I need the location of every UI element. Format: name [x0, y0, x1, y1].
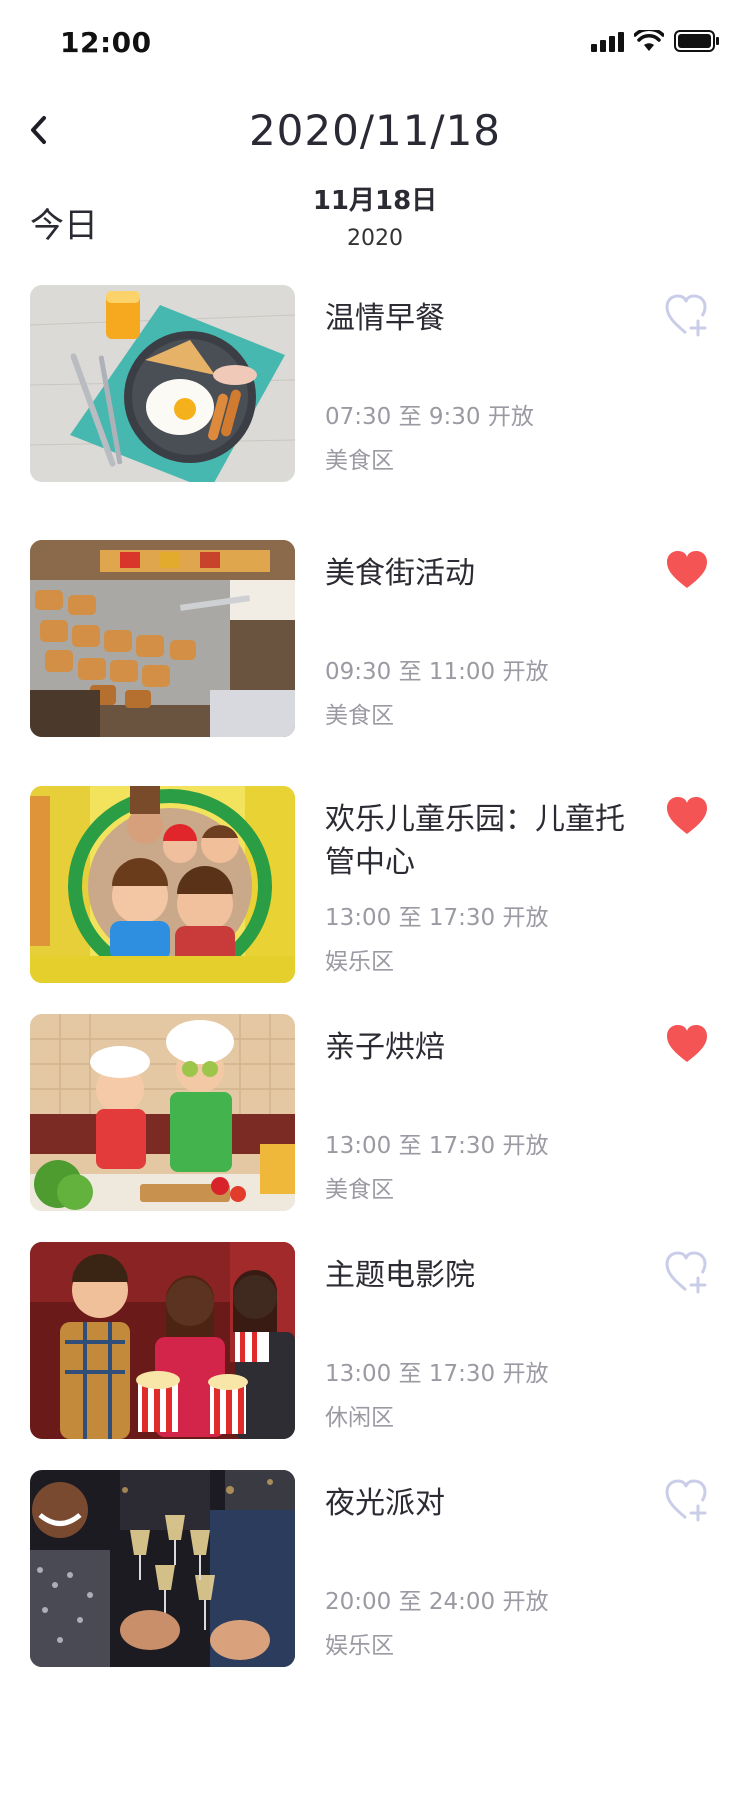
heart-filled-icon — [667, 551, 707, 588]
event-area: 美食区 — [325, 1177, 394, 1203]
favorite-button[interactable] — [664, 548, 710, 592]
event-hours: 09:30 至 11:00 开放 — [325, 659, 549, 685]
event-thumbnail — [30, 285, 295, 482]
event-item[interactable]: 主题电影院 13:00 至 17:30 开放 休闲区 — [0, 1242, 750, 1442]
event-item[interactable]: 亲子烘焙 13:00 至 17:30 开放 美食区 — [0, 1014, 750, 1214]
event-area: 美食区 — [325, 703, 394, 729]
event-name: 美食街活动 — [325, 556, 475, 591]
event-name: 亲子烘焙 — [325, 1030, 445, 1065]
heart-add-icon — [665, 1251, 707, 1294]
event-thumbnail — [30, 1014, 295, 1211]
heart-filled-icon — [667, 797, 707, 834]
event-hours: 13:00 至 17:30 开放 — [325, 1133, 549, 1159]
event-item[interactable]: 温情早餐 07:30 至 9:30 开放 美食区 — [0, 285, 750, 485]
event-hours: 07:30 至 9:30 开放 — [325, 404, 534, 430]
status-icons — [591, 30, 720, 52]
event-name: 温情早餐 — [325, 301, 445, 336]
event-thumbnail — [30, 1242, 295, 1439]
signal-icon — [591, 30, 624, 52]
nav-bar: 2020/11/18 — [0, 96, 750, 166]
event-thumbnail — [30, 540, 295, 737]
today-tab[interactable]: 今日 — [30, 198, 98, 247]
heart-add-icon — [665, 1479, 707, 1522]
battery-icon — [674, 30, 720, 52]
heart-filled-icon — [667, 1025, 707, 1062]
event-hours: 20:00 至 24:00 开放 — [325, 1589, 549, 1615]
status-time: 12:00 — [60, 26, 152, 59]
favorite-button[interactable] — [664, 1478, 710, 1522]
favorite-button[interactable] — [664, 1250, 710, 1294]
page-title: 2020/11/18 — [248, 106, 502, 155]
event-name: 欢乐儿童乐园：儿童托管中心 — [325, 802, 625, 880]
favorite-button[interactable] — [664, 794, 710, 838]
event-area: 娱乐区 — [325, 1633, 394, 1659]
event-item[interactable]: 夜光派对 20:00 至 24:00 开放 娱乐区 — [0, 1470, 750, 1670]
event-item[interactable]: 美食街活动 09:30 至 11:00 开放 美食区 — [0, 540, 750, 740]
event-area: 休闲区 — [325, 1405, 394, 1431]
favorite-button[interactable] — [664, 293, 710, 337]
event-name: 主题电影院 — [325, 1258, 475, 1293]
status-bar: 12:00 — [0, 0, 750, 88]
wifi-icon — [634, 30, 664, 52]
favorite-button[interactable] — [664, 1022, 710, 1066]
event-name: 夜光派对 — [325, 1486, 445, 1521]
event-hours: 13:00 至 17:30 开放 — [325, 1361, 549, 1387]
event-hours: 13:00 至 17:30 开放 — [325, 905, 549, 931]
event-area: 美食区 — [325, 448, 394, 474]
heart-add-icon — [665, 294, 707, 337]
selected-date[interactable]: 11月18日 — [310, 180, 440, 217]
event-thumbnail — [30, 1470, 295, 1667]
event-area: 娱乐区 — [325, 949, 394, 975]
selected-year: 2020 — [347, 226, 403, 251]
event-thumbnail — [30, 786, 295, 983]
event-item[interactable]: 欢乐儿童乐园：儿童托管中心 13:00 至 17:30 开放 娱乐区 — [0, 786, 750, 986]
